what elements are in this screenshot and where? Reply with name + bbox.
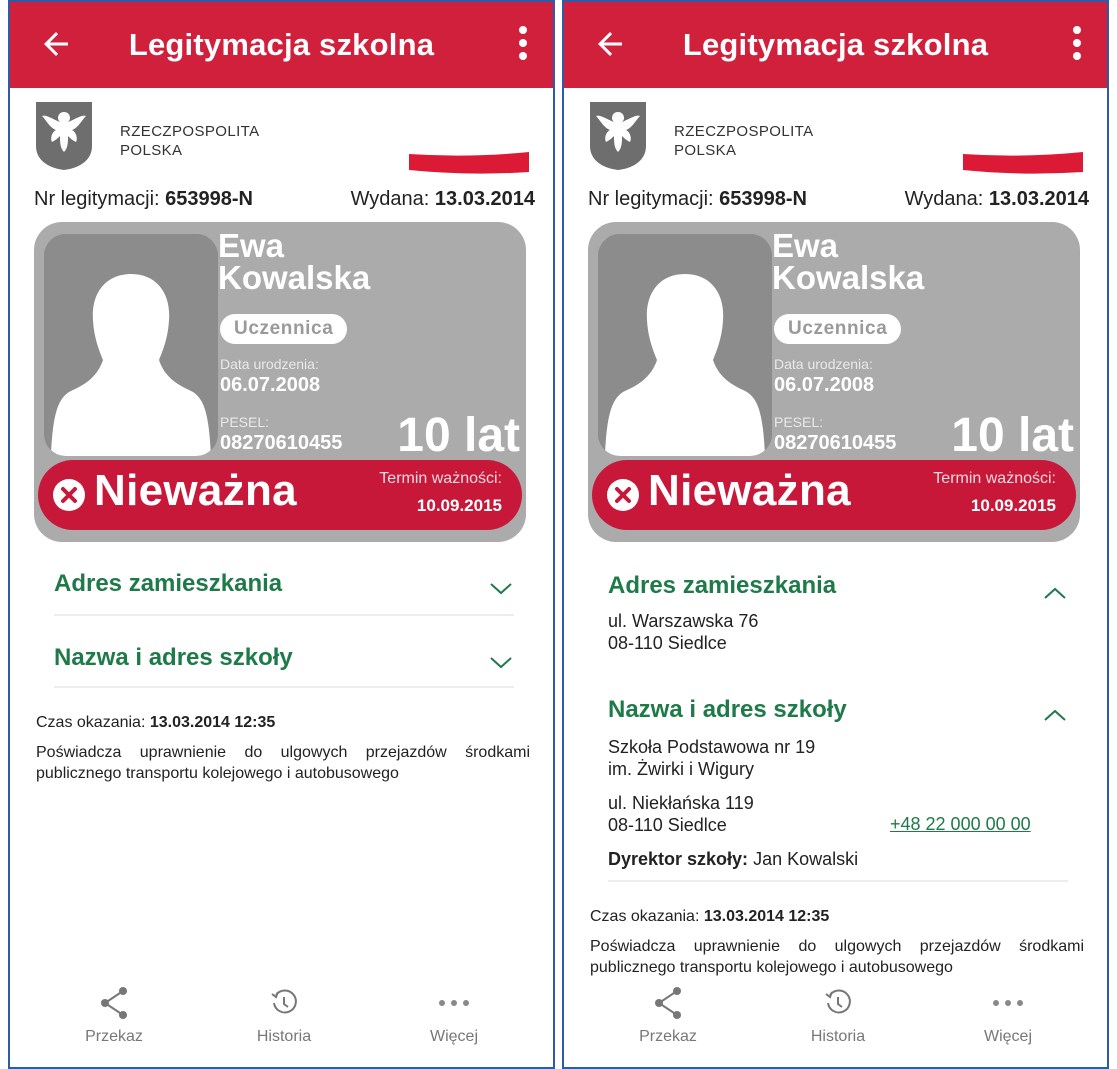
back-arrow-icon[interactable] xyxy=(38,26,74,62)
dob-value: 06.07.2008 xyxy=(774,374,875,396)
back-arrow-icon[interactable] xyxy=(592,26,628,62)
nr-value: 653998-N xyxy=(719,188,807,210)
id-card: Ewa Kowalska Uczennica Data urodzenia: 0… xyxy=(588,222,1080,542)
school-phone-link[interactable]: +48 22 000 00 00 xyxy=(890,814,1031,835)
issuer-header: RZECZPOSPOLITA POLSKA xyxy=(10,88,553,184)
role-badge: Uczennica xyxy=(220,314,348,344)
nr-value: 653998-N xyxy=(165,188,253,210)
school-section-toggle[interactable]: Nazwa i adres szkoły xyxy=(54,644,293,672)
nr-label: Nr legitymacji: xyxy=(588,188,714,210)
country-name: RZECZPOSPOLITA POLSKA xyxy=(120,123,260,159)
more-vert-icon[interactable] xyxy=(513,22,533,68)
close-circle-icon xyxy=(607,479,639,511)
status-banner: Nieważna Termin ważności: 10.09.2015 xyxy=(38,460,522,530)
divider xyxy=(54,686,514,688)
address-section-toggle[interactable]: Adres zamieszkania xyxy=(54,570,282,598)
avatar xyxy=(44,234,218,456)
app-bar: Legitymacja szkolna xyxy=(564,2,1107,88)
polish-flag-icon xyxy=(409,136,529,174)
age-value: 10 lat xyxy=(951,409,1074,462)
pesel-value: 08270610455 xyxy=(774,432,897,454)
role-badge: Uczennica xyxy=(774,314,902,344)
chevron-down-icon[interactable] xyxy=(489,656,513,670)
share-icon xyxy=(101,987,127,1019)
school-section-toggle[interactable]: Nazwa i adres szkoły xyxy=(608,696,847,724)
nr-label: Nr legitymacji: xyxy=(34,188,160,210)
history-icon xyxy=(271,989,297,1014)
avatar-silhouette-icon xyxy=(44,234,218,456)
chevron-down-icon[interactable] xyxy=(489,582,513,596)
dob-label: Data urodzenia: xyxy=(774,356,873,372)
pesel-label: PESEL: xyxy=(220,414,270,430)
page-title: Legitymacja szkolna xyxy=(128,27,435,62)
school-director: Dyrektor szkoły: Jan Kowalski xyxy=(608,849,859,869)
app-bar: Legitymacja szkolna xyxy=(10,2,553,88)
entitlement-description: Poświadcza uprawnienie do ulgowych przej… xyxy=(590,938,1084,976)
dob-value: 06.07.2008 xyxy=(220,374,321,396)
bottom-nav: Przekaz Historia Więcej xyxy=(564,986,1107,1067)
more-vert-icon[interactable] xyxy=(1067,22,1087,68)
bottom-nav: Przekaz Historia Więcej xyxy=(10,986,553,1067)
pesel-value: 08270610455 xyxy=(220,432,343,454)
nav-history[interactable]: Historia xyxy=(214,986,354,1046)
shown-time: Czas okazania: 13.03.2014 12:35 xyxy=(590,908,830,925)
phone-screen-collapsed: Legitymacja szkolna RZECZPOSPOLITA POLSK… xyxy=(8,0,555,1069)
validity-label: Termin ważności: xyxy=(379,470,502,487)
issued-label: Wydana: xyxy=(904,188,984,210)
history-icon xyxy=(825,989,851,1014)
polish-flag-icon xyxy=(963,136,1083,174)
avatar xyxy=(598,234,772,456)
nav-more[interactable]: Więcej xyxy=(384,986,524,1046)
issued-label: Wydana: xyxy=(350,188,430,210)
entitlement-description: Poświadcza uprawnienie do ulgowych przej… xyxy=(36,744,530,782)
home-address: ul. Warszawska 76 08-110 Siedlce xyxy=(608,611,759,653)
card-meta: Nr legitymacji: 653998-N Wydana: 13.03.2… xyxy=(10,184,553,220)
issuer-header: RZECZPOSPOLITA POLSKA xyxy=(564,88,1107,184)
chevron-up-icon[interactable] xyxy=(1043,586,1067,600)
page-title: Legitymacja szkolna xyxy=(682,27,989,62)
more-horiz-icon xyxy=(439,1000,469,1006)
card-meta: Nr legitymacji: 653998-N Wydana: 13.03.2… xyxy=(564,184,1107,220)
status-text: Nieważna xyxy=(648,466,851,515)
close-circle-icon xyxy=(53,479,85,511)
status-banner: Nieważna Termin ważności: 10.09.2015 xyxy=(592,460,1076,530)
id-card: Ewa Kowalska Uczennica Data urodzenia: 0… xyxy=(34,222,526,542)
status-text: Nieważna xyxy=(94,466,297,515)
divider xyxy=(54,614,514,616)
issued-value: 13.03.2014 xyxy=(434,188,535,210)
more-horiz-icon xyxy=(993,1000,1023,1006)
student-name: Ewa Kowalska xyxy=(218,227,371,296)
phone-screen-expanded: Legitymacja szkolna RZECZPOSPOLITA POLSK… xyxy=(562,0,1109,1069)
eagle-emblem-icon xyxy=(36,102,92,170)
shown-time: Czas okazania: 13.03.2014 12:35 xyxy=(36,714,276,731)
nav-more[interactable]: Więcej xyxy=(938,986,1078,1046)
avatar-silhouette-icon xyxy=(598,234,772,456)
eagle-emblem-icon xyxy=(590,102,646,170)
nav-history[interactable]: Historia xyxy=(768,986,908,1046)
address-section-toggle[interactable]: Adres zamieszkania xyxy=(608,572,836,600)
school-address: ul. Niekłańska 119 08-110 Siedlce xyxy=(608,793,754,835)
share-icon xyxy=(655,987,681,1019)
nav-share[interactable]: Przekaz xyxy=(598,986,738,1046)
issued-value: 13.03.2014 xyxy=(988,188,1089,210)
pesel-label: PESEL: xyxy=(774,414,824,430)
validity-value: 10.09.2015 xyxy=(416,496,502,515)
age-value: 10 lat xyxy=(397,409,520,462)
dob-label: Data urodzenia: xyxy=(220,356,319,372)
country-name: RZECZPOSPOLITA POLSKA xyxy=(674,123,814,159)
school-name: Szkoła Podstawowa nr 19 im. Żwirki i Wig… xyxy=(608,737,816,779)
divider xyxy=(608,880,1068,882)
validity-value: 10.09.2015 xyxy=(970,496,1056,515)
student-name: Ewa Kowalska xyxy=(772,227,925,296)
nav-share[interactable]: Przekaz xyxy=(44,986,184,1046)
validity-label: Termin ważności: xyxy=(933,470,1056,487)
chevron-up-icon[interactable] xyxy=(1043,708,1067,722)
